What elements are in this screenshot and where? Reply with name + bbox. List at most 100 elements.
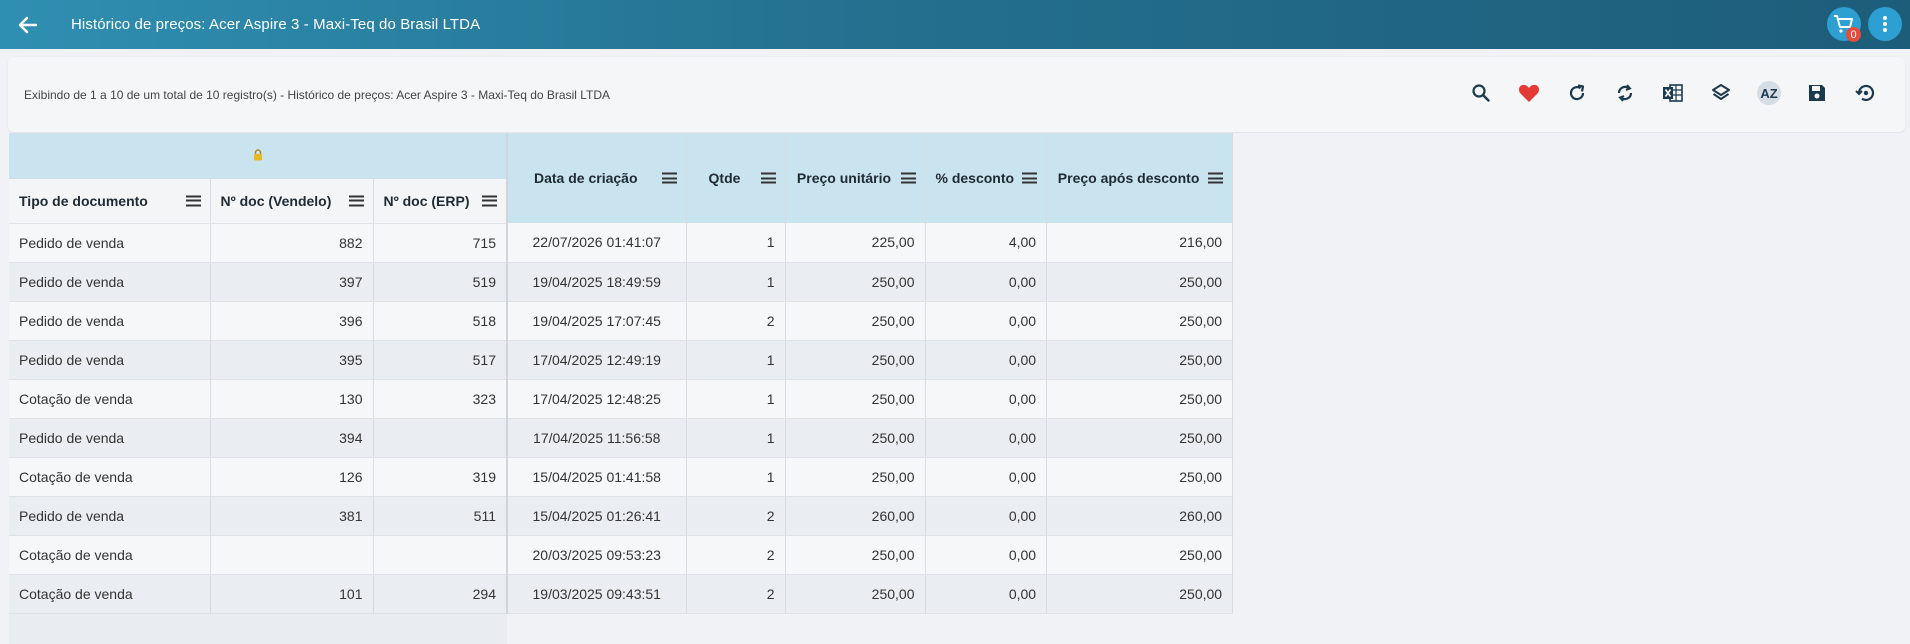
column-menu-icon[interactable] xyxy=(482,195,497,207)
table-cell[interactable]: 0,00 xyxy=(925,535,1048,575)
table-cell[interactable]: Pedido de venda xyxy=(9,496,211,536)
table-cell[interactable]: 250,00 xyxy=(1046,301,1234,341)
table-cell[interactable]: 250,00 xyxy=(1046,379,1234,419)
table-cell[interactable]: 1 xyxy=(686,262,786,302)
table-cell[interactable]: 1 xyxy=(686,457,786,497)
table-row[interactable]: Cotação de venda 130 323 17/04/2025 12:48:2… xyxy=(9,379,1234,419)
refresh-icon[interactable] xyxy=(1563,79,1591,107)
table-cell[interactable]: 15/04/2025 01:26:41 xyxy=(507,496,687,536)
table-cell[interactable]: 397 xyxy=(210,262,374,302)
col-header-desconto[interactable]: % desconto xyxy=(925,133,1048,223)
table-row[interactable]: Cotação de venda 101 294 19/03/2025 09:43:5… xyxy=(9,574,1234,614)
table-cell[interactable]: 22/07/2026 01:41:07 xyxy=(507,223,687,263)
col-header-data-criacao[interactable]: Data de criação xyxy=(507,133,687,223)
table-cell[interactable]: Pedido de venda xyxy=(9,223,211,263)
table-cell[interactable]: 250,00 xyxy=(1046,574,1234,614)
table-cell[interactable]: 250,00 xyxy=(785,574,926,614)
table-cell[interactable]: 19/03/2025 09:43:51 xyxy=(507,574,687,614)
table-cell[interactable]: 0,00 xyxy=(925,262,1048,302)
table-cell[interactable]: 319 xyxy=(373,457,508,497)
column-menu-icon[interactable] xyxy=(185,195,201,207)
table-cell[interactable]: 225,00 xyxy=(785,223,926,263)
cart-button[interactable]: 0 xyxy=(1827,7,1861,42)
col-header-doc-vendelo[interactable]: Nº doc (Vendelo) xyxy=(210,179,374,224)
column-menu-icon[interactable] xyxy=(1208,172,1224,184)
table-cell[interactable]: 250,00 xyxy=(785,418,926,458)
table-cell[interactable]: 250,00 xyxy=(1046,262,1234,302)
table-row[interactable]: Pedido de venda 381 511 15/04/2025 01:26:41… xyxy=(9,496,1234,536)
table-cell[interactable]: 17/04/2025 12:48:25 xyxy=(507,379,687,419)
column-menu-icon[interactable] xyxy=(661,172,677,184)
table-cell[interactable]: 1 xyxy=(686,340,786,380)
table-cell[interactable] xyxy=(373,418,508,458)
table-cell[interactable]: 15/04/2025 01:41:58 xyxy=(507,457,687,497)
table-cell[interactable]: 250,00 xyxy=(785,262,926,302)
save-icon[interactable] xyxy=(1803,79,1831,107)
col-header-preco-apos-desconto[interactable]: Preço após desconto xyxy=(1046,133,1234,223)
table-cell[interactable]: 2 xyxy=(686,496,786,536)
table-cell[interactable]: Cotação de venda xyxy=(9,379,211,419)
table-row[interactable]: Pedido de venda 396 518 19/04/2025 17:07:45… xyxy=(9,301,1234,341)
table-cell[interactable]: Cotação de venda xyxy=(9,457,211,497)
excel-export-icon[interactable] xyxy=(1659,79,1687,107)
table-cell[interactable]: 250,00 xyxy=(785,457,926,497)
table-cell[interactable]: 19/04/2025 17:07:45 xyxy=(507,301,687,341)
table-cell[interactable]: 518 xyxy=(373,301,508,341)
table-cell[interactable]: 17/04/2025 12:49:19 xyxy=(507,340,687,380)
table-cell[interactable]: 101 xyxy=(210,574,374,614)
table-cell[interactable]: 395 xyxy=(210,340,374,380)
table-cell[interactable]: 394 xyxy=(210,418,374,458)
table-cell[interactable]: 517 xyxy=(373,340,508,380)
table-cell[interactable]: 216,00 xyxy=(1046,223,1234,263)
table-cell[interactable]: 396 xyxy=(210,301,374,341)
table-cell[interactable]: 0,00 xyxy=(925,301,1048,341)
table-cell[interactable] xyxy=(210,535,374,575)
table-cell[interactable]: 381 xyxy=(210,496,374,536)
table-cell[interactable]: Pedido de venda xyxy=(9,418,211,458)
table-cell[interactable]: Cotação de venda xyxy=(9,574,211,614)
column-menu-icon[interactable] xyxy=(900,172,916,184)
column-menu-icon[interactable] xyxy=(348,195,364,207)
table-cell[interactable]: 17/04/2025 11:56:58 xyxy=(507,418,687,458)
sync-icon[interactable] xyxy=(1611,79,1639,107)
table-cell[interactable]: 250,00 xyxy=(1046,340,1234,380)
table-cell[interactable]: 19/04/2025 18:49:59 xyxy=(507,262,687,302)
restore-icon[interactable] xyxy=(1851,79,1879,107)
table-cell[interactable]: Pedido de venda xyxy=(9,262,211,302)
table-cell[interactable]: 715 xyxy=(373,223,508,263)
table-cell[interactable]: 1 xyxy=(686,418,786,458)
table-cell[interactable]: 1 xyxy=(686,223,786,263)
table-cell[interactable]: 2 xyxy=(686,574,786,614)
col-header-qtde[interactable]: Qtde xyxy=(686,133,786,223)
table-cell[interactable]: 20/03/2025 09:53:23 xyxy=(507,535,687,575)
table-cell[interactable]: 0,00 xyxy=(925,418,1048,458)
table-cell[interactable]: 250,00 xyxy=(1046,457,1234,497)
table-cell[interactable]: 0,00 xyxy=(925,457,1048,497)
table-cell[interactable]: 250,00 xyxy=(785,340,926,380)
search-icon[interactable] xyxy=(1467,79,1495,107)
table-cell[interactable]: 0,00 xyxy=(925,574,1048,614)
table-row[interactable]: Cotação de venda 20/03/2025 09:53:23 2 250,… xyxy=(9,535,1234,575)
col-header-doc-erp[interactable]: Nº doc (ERP) xyxy=(373,179,508,224)
table-cell[interactable]: 126 xyxy=(210,457,374,497)
table-cell[interactable]: 519 xyxy=(373,262,508,302)
table-cell[interactable]: 0,00 xyxy=(925,379,1048,419)
more-options-button[interactable] xyxy=(1868,7,1902,41)
table-cell[interactable]: 0,00 xyxy=(925,496,1048,536)
table-cell[interactable]: Pedido de venda xyxy=(9,301,211,341)
table-cell[interactable]: Pedido de venda xyxy=(9,340,211,380)
table-cell[interactable]: 250,00 xyxy=(785,301,926,341)
table-row[interactable]: Pedido de venda 882 715 22/07/2026 01:41:07… xyxy=(9,223,1234,263)
table-row[interactable]: Cotação de venda 126 319 15/04/2025 01:41:5… xyxy=(9,457,1234,497)
layers-icon[interactable] xyxy=(1707,79,1735,107)
table-cell[interactable] xyxy=(373,535,508,575)
table-cell[interactable]: Cotação de venda xyxy=(9,535,211,575)
table-cell[interactable]: 882 xyxy=(210,223,374,263)
sort-az-icon[interactable]: AZ xyxy=(1755,79,1783,107)
table-row[interactable]: Pedido de venda 395 517 17/04/2025 12:49:19… xyxy=(9,340,1234,380)
table-cell[interactable]: 294 xyxy=(373,574,508,614)
back-arrow-icon[interactable] xyxy=(13,10,43,40)
table-cell[interactable]: 250,00 xyxy=(785,535,926,575)
table-row[interactable]: Pedido de venda 394 17/04/2025 11:56:58 1 25… xyxy=(9,418,1234,458)
table-cell[interactable]: 2 xyxy=(686,535,786,575)
